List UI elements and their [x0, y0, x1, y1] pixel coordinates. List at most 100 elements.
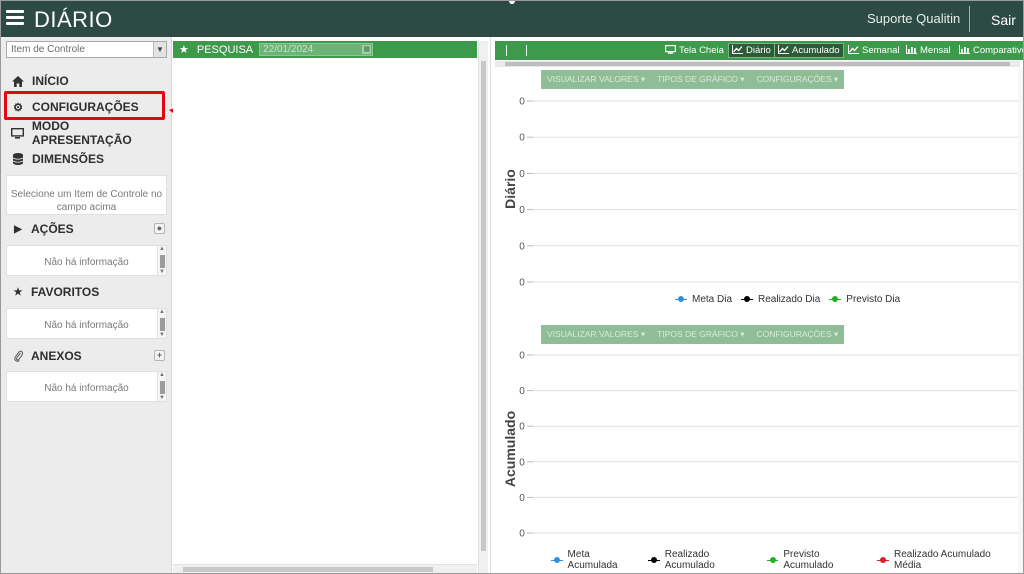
button-label: Tela Cheia [679, 45, 724, 56]
nav-item-inicio[interactable]: INÍCIO [11, 71, 69, 91]
y-tick-label: 0 [519, 169, 525, 180]
nav-item-modo-apresentacao[interactable]: MODO APRESENTAÇÃO [11, 119, 171, 147]
tipos-grafico-button[interactable]: TIPOS DE GRÁFICO ▾ [651, 329, 750, 340]
y-axis-label: Diário [502, 169, 518, 209]
annotation-highlight-box [4, 91, 165, 120]
diario-button[interactable]: Diário [728, 43, 775, 58]
select-placeholder: Item de Controle [11, 44, 85, 55]
acumulado-button[interactable]: Acumulado [774, 43, 844, 58]
y-tick-label: 0 [519, 133, 525, 144]
scrollbar[interactable]: ▲ ▼ [157, 309, 166, 338]
mensal-button[interactable]: Mensal [903, 43, 954, 58]
acoes-options-icon[interactable]: ● [154, 223, 165, 234]
toolbar-separator [526, 45, 527, 56]
favoritos-list: Não há informação ▲ ▼ [6, 308, 167, 339]
horizontal-scrollbar[interactable] [173, 564, 477, 573]
nav-item-label: INÍCIO [32, 74, 69, 88]
menu-label: VISUALIZAR VALORES [547, 329, 639, 339]
legend-marker [675, 296, 687, 302]
legend-label: Meta Acumulada [567, 549, 618, 571]
legend-marker [766, 556, 779, 563]
database-icon [11, 153, 25, 165]
star-icon[interactable]: ★ [179, 43, 189, 56]
chart-acumulado: Acumulado000000 [502, 351, 1018, 540]
search-date-value: 22/01/2024 [263, 44, 314, 55]
y-axis-label: Acumulado [502, 411, 518, 487]
legend-item[interactable]: Meta Dia [675, 294, 732, 305]
top-header: DIÁRIO Suporte Qualitin Sair [1, 1, 1023, 37]
tipos-grafico-button[interactable]: TIPOS DE GRÁFICO ▾ [651, 74, 750, 85]
y-tick-label: 0 [519, 529, 525, 540]
toolbar-separator [506, 45, 507, 56]
legend-label: Realizado Dia [758, 294, 821, 305]
add-anexo-icon[interactable]: + [154, 350, 165, 361]
button-label: Diário [746, 45, 771, 56]
logout-button[interactable]: Sair [991, 12, 1016, 28]
scrollbar[interactable]: ▲ ▼ [157, 246, 166, 275]
semanal-button[interactable]: Semanal [845, 43, 903, 58]
chart-diario: Diário000000 [502, 97, 1018, 289]
paperclip-icon [11, 350, 25, 362]
chart-menu-acumulado: VISUALIZAR VALORES ▾ TIPOS DE GRÁFICO ▾ … [541, 325, 844, 344]
legend-label: Previsto Dia [846, 294, 901, 305]
section-anexos[interactable]: ANEXOS + [11, 347, 165, 365]
nav-item-dimensoes[interactable]: DIMENSÕES [11, 149, 104, 169]
chart-area: Tela Cheia Diário Acumulado Semanal Mens… [490, 37, 1024, 573]
search-panel: ★ PESQUISA 22/01/2024 ▦ [173, 37, 488, 573]
item-controle-select[interactable]: Item de Controle ▼ [6, 41, 167, 58]
chart-legend-acumulado: Meta Acumulada Realizado Acumulado Previ… [551, 549, 1023, 571]
visualizar-valores-button[interactable]: VISUALIZAR VALORES ▾ [541, 74, 651, 85]
page-title: DIÁRIO [34, 7, 113, 32]
chevron-down-icon[interactable]: ▼ [153, 42, 166, 57]
empty-message: Não há informação [44, 383, 129, 394]
section-acoes[interactable]: ▶ AÇÕES ● [11, 220, 165, 238]
legend-item[interactable]: Previsto Acumulado [766, 549, 869, 571]
legend-item[interactable]: Previsto Dia [829, 294, 900, 305]
legend-item[interactable]: Realizado Dia [741, 294, 820, 305]
monitor-icon [665, 45, 677, 56]
y-tick-label: 0 [519, 493, 525, 504]
line-chart-icon [848, 45, 859, 56]
configuracoes-menu-button[interactable]: CONFIGURAÇÕES ▾ [751, 74, 845, 85]
legend-marker [648, 556, 660, 563]
legend-label: Realizado Acumulado [664, 549, 715, 571]
tela-cheia-button[interactable]: Tela Cheia [662, 43, 727, 58]
search-date-input[interactable]: 22/01/2024 ▦ [259, 43, 374, 56]
app-window: DIÁRIO Suporte Qualitin Sair Item de Con… [0, 0, 1024, 574]
y-tick-label: 0 [519, 386, 525, 397]
section-favoritos[interactable]: ★ FAVORITOS [11, 283, 165, 301]
user-name[interactable]: Suporte Qualitin [867, 11, 960, 26]
button-label: Comparativo [973, 45, 1024, 56]
chart-toolbar: Tela Cheia Diário Acumulado Semanal Mens… [495, 41, 1024, 60]
nav-item-label: DIMENSÕES [32, 152, 105, 166]
menu-label: CONFIGURAÇÕES [756, 329, 832, 339]
menu-label: TIPOS DE GRÁFICO [657, 329, 738, 339]
legend-marker [551, 556, 563, 563]
menu-label: CONFIGURAÇÕES [756, 74, 832, 84]
section-label: ANEXOS [31, 349, 82, 363]
bar-chart-icon [906, 45, 917, 56]
line-chart-icon [732, 45, 743, 56]
scrollbar[interactable]: ▲ ▼ [157, 372, 166, 401]
configuracoes-menu-button[interactable]: CONFIGURAÇÕES ▾ [751, 329, 845, 340]
hamburger-menu-icon[interactable] [6, 10, 24, 26]
vertical-scrollbar[interactable] [478, 41, 488, 573]
y-tick-label: 0 [519, 241, 525, 252]
menu-label: VISUALIZAR VALORES [547, 74, 639, 84]
search-label: PESQUISA [196, 43, 254, 56]
header-indicator [509, 1, 515, 4]
legend-item[interactable]: Realizado Acumulado [648, 549, 758, 571]
play-icon: ▶ [14, 223, 22, 235]
horizontal-scrollbar[interactable] [495, 61, 1020, 67]
visualizar-valores-button[interactable]: VISUALIZAR VALORES ▾ [541, 329, 651, 340]
calendar-icon[interactable]: ▦ [362, 45, 372, 54]
legend-item[interactable]: Realizado Acumulado Média [877, 549, 1016, 571]
y-tick-label: 0 [519, 205, 525, 216]
legend-marker [741, 296, 754, 302]
legend-marker [877, 556, 889, 563]
y-tick-label: 0 [519, 422, 525, 433]
menu-label: TIPOS DE GRÁFICO [657, 74, 738, 84]
legend-item[interactable]: Meta Acumulada [551, 549, 639, 571]
acoes-list: Não há informação ▲ ▼ [6, 245, 167, 276]
comparativo-button[interactable]: Comparativo [956, 43, 1024, 58]
